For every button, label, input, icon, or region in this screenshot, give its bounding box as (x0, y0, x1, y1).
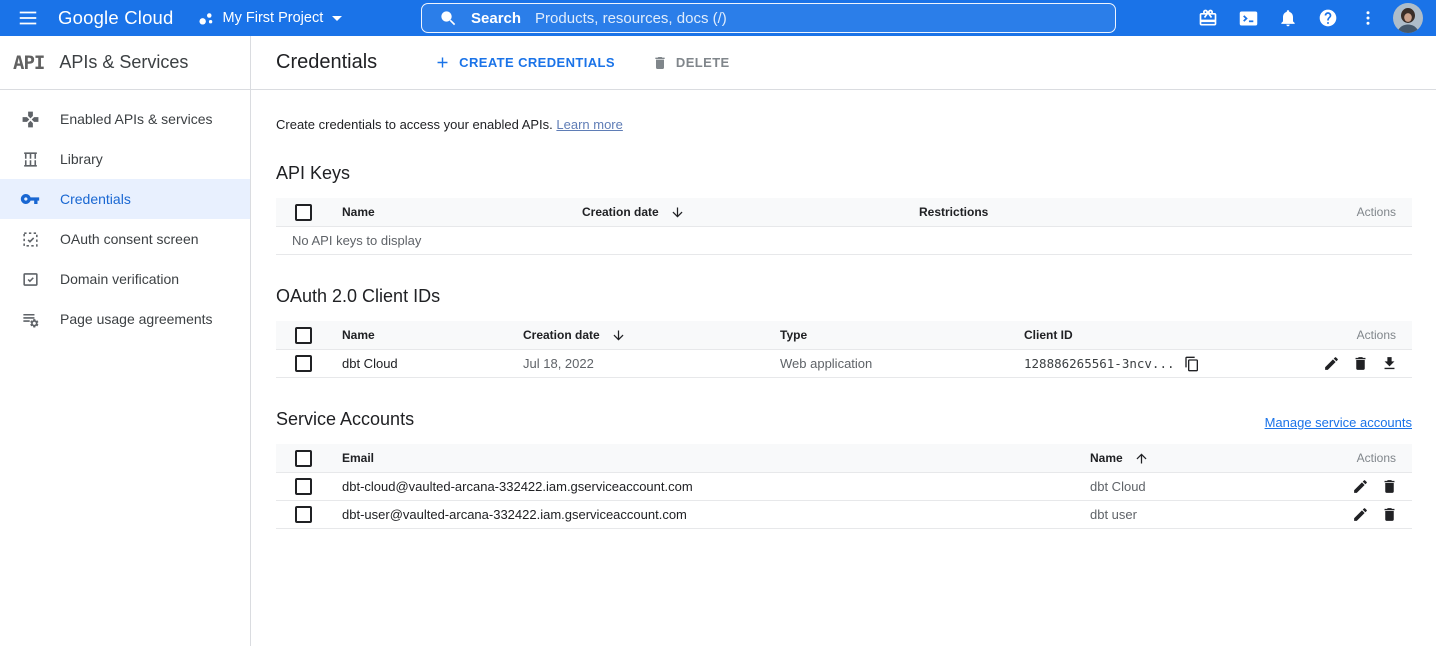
manage-service-accounts-link[interactable]: Manage service accounts (1265, 415, 1412, 430)
cloud-shell-icon[interactable] (1228, 0, 1268, 36)
trash-icon (652, 55, 668, 71)
column-header-actions: Actions (1292, 205, 1412, 219)
edit-icon[interactable] (1322, 355, 1340, 373)
table-row: dbt-cloud@vaulted-arcana-332422.iam.gser… (276, 473, 1412, 501)
sidebar-item-library[interactable]: Library (0, 139, 250, 179)
page-title: Credentials (276, 51, 377, 74)
search-label: Search (471, 10, 521, 27)
domain-verification-icon (20, 269, 40, 289)
column-header-name[interactable]: Name (342, 205, 582, 219)
intro-text: Create credentials to access your enable… (276, 117, 1413, 132)
avatar[interactable] (1388, 0, 1428, 36)
search-icon (439, 9, 458, 28)
column-header-type: Type (780, 328, 1024, 342)
api-keys-section-header: API Keys (276, 163, 1412, 184)
learn-more-link[interactable]: Learn more (556, 117, 622, 132)
row-checkbox[interactable] (295, 355, 312, 372)
oauth-heading: OAuth 2.0 Client IDs (276, 286, 440, 307)
page-header: Credentials CREATE CREDENTIALS DELETE (251, 36, 1436, 89)
sidebar-title: APIs & Services (59, 52, 188, 73)
google-cloud-logo: Google Cloud (58, 7, 174, 29)
client-type: Web application (780, 356, 1024, 371)
row-checkbox[interactable] (295, 478, 312, 495)
download-icon[interactable] (1380, 355, 1398, 373)
sidebar-header: API APIs & Services (0, 36, 251, 89)
sort-desc-icon (611, 328, 626, 343)
service-account-name: dbt user (1090, 507, 1292, 522)
oauth-consent-icon (20, 229, 40, 249)
client-name: dbt Cloud (342, 356, 523, 371)
top-app-bar: Google Cloud My First Project Search Pro… (0, 0, 1436, 36)
search-placeholder: Products, resources, docs (/) (535, 10, 727, 27)
key-icon (20, 189, 40, 209)
column-header-email: Email (342, 451, 1090, 465)
enabled-apis-icon (20, 109, 40, 129)
gift-icon[interactable] (1188, 0, 1228, 36)
delete-icon[interactable] (1351, 355, 1369, 373)
library-icon (20, 149, 40, 169)
menu-icon[interactable] (14, 4, 42, 32)
copy-icon[interactable] (1183, 355, 1201, 373)
table-row: dbt-user@vaulted-arcana-332422.iam.gserv… (276, 501, 1412, 529)
chevron-down-icon (332, 16, 342, 21)
oauth-table-header: Name Creation date Type Client ID Action… (276, 321, 1412, 350)
client-id-value: 128886265561-3ncv... (1024, 355, 1292, 373)
service-account-name: dbt Cloud (1090, 479, 1292, 494)
api-keys-table: Name Creation date Restrictions Actions … (276, 198, 1412, 255)
delete-icon[interactable] (1380, 506, 1398, 524)
service-accounts-heading: Service Accounts (276, 409, 414, 430)
plus-icon (434, 54, 451, 71)
column-header-client-id: Client ID (1024, 328, 1292, 342)
edit-icon[interactable] (1351, 478, 1369, 496)
column-header-creation-date[interactable]: Creation date (582, 205, 919, 220)
row-checkbox[interactable] (295, 506, 312, 523)
sort-asc-icon (1134, 451, 1149, 466)
api-keys-table-header: Name Creation date Restrictions Actions (276, 198, 1412, 227)
sidebar-item-domain-verification[interactable]: Domain verification (0, 259, 250, 299)
topbar-actions (1188, 0, 1428, 36)
column-header-actions: Actions (1292, 451, 1412, 465)
sort-desc-icon (670, 205, 685, 220)
column-header-name[interactable]: Name (1090, 451, 1292, 466)
create-credentials-button[interactable]: CREATE CREDENTIALS (434, 54, 615, 71)
project-icon (197, 10, 214, 27)
service-accounts-table: Email Name Actions dbt-cloud@vaulted-arc… (276, 444, 1412, 529)
project-name: My First Project (223, 10, 324, 26)
page-usage-icon (20, 309, 40, 329)
select-all-checkbox[interactable] (295, 327, 312, 344)
sidebar-item-page-usage-agreements[interactable]: Page usage agreements (0, 299, 250, 339)
sidebar-nav: Enabled APIs & services Library Credenti… (0, 90, 251, 646)
service-account-email: dbt-cloud@vaulted-arcana-332422.iam.gser… (342, 479, 1090, 494)
sidebar-item-credentials[interactable]: Credentials (0, 179, 250, 219)
service-accounts-table-header: Email Name Actions (276, 444, 1412, 473)
project-switcher[interactable]: My First Project (197, 10, 343, 27)
column-header-restrictions: Restrictions (919, 205, 1292, 219)
help-icon[interactable] (1308, 0, 1348, 36)
api-keys-empty-message: No API keys to display (276, 227, 1412, 255)
column-header-creation-date[interactable]: Creation date (523, 328, 780, 343)
table-row: dbt Cloud Jul 18, 2022 Web application 1… (276, 350, 1412, 378)
page-header-row: API APIs & Services Credentials CREATE C… (0, 36, 1436, 90)
select-all-checkbox[interactable] (295, 204, 312, 221)
column-header-actions: Actions (1292, 328, 1412, 342)
column-header-name[interactable]: Name (342, 328, 523, 342)
main-content: Create credentials to access your enable… (251, 90, 1436, 646)
service-account-email: dbt-user@vaulted-arcana-332422.iam.gserv… (342, 507, 1090, 522)
api-logo-icon: API (13, 52, 44, 74)
sidebar-item-oauth-consent[interactable]: OAuth consent screen (0, 219, 250, 259)
notifications-bell-icon[interactable] (1268, 0, 1308, 36)
client-creation-date: Jul 18, 2022 (523, 356, 780, 371)
oauth-clients-table: Name Creation date Type Client ID Action… (276, 321, 1412, 378)
more-options-icon[interactable] (1348, 0, 1388, 36)
select-all-checkbox[interactable] (295, 450, 312, 467)
search-input[interactable]: Search Products, resources, docs (/) (421, 3, 1116, 33)
delete-icon[interactable] (1380, 478, 1398, 496)
delete-button[interactable]: DELETE (652, 55, 730, 71)
edit-icon[interactable] (1351, 506, 1369, 524)
service-accounts-section-header: Service Accounts Manage service accounts (276, 409, 1412, 430)
sidebar-item-enabled-apis[interactable]: Enabled APIs & services (0, 99, 250, 139)
oauth-section-header: OAuth 2.0 Client IDs (276, 286, 1412, 307)
api-keys-heading: API Keys (276, 163, 350, 184)
